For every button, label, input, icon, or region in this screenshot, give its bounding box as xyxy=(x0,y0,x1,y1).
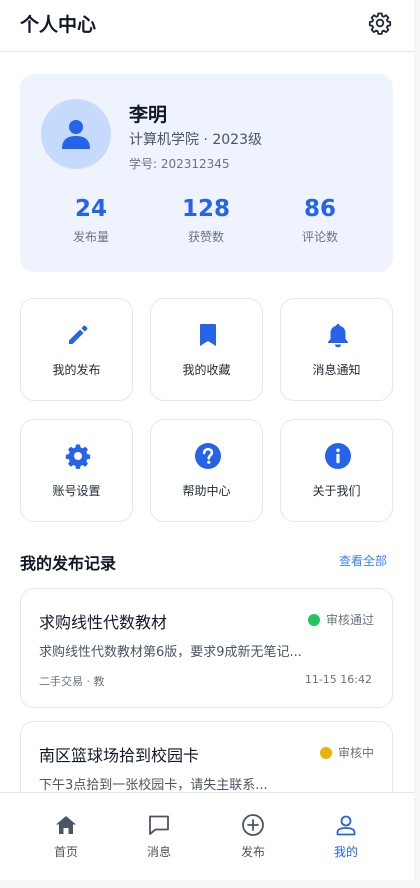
stat-value: 86 xyxy=(303,196,336,222)
stat-likes[interactable]: 128 获赞数 xyxy=(151,194,261,245)
status-text: 审核中 xyxy=(337,746,374,760)
profile-name: 李明 xyxy=(129,104,168,126)
tab-label: 首页 xyxy=(53,845,78,859)
bell-icon xyxy=(328,324,348,348)
tab-label: 发布 xyxy=(240,845,265,859)
app-screen: 个人中心 李明 计算机学院 · 2023级 学号: 202312345 24 发… xyxy=(0,0,414,880)
menu-label: 账号设置 xyxy=(52,484,101,498)
record-title: 南区篮球场拾到校园卡 xyxy=(39,746,200,765)
status-badge: 审核通过 xyxy=(307,611,374,628)
menu-label: 消息通知 xyxy=(312,363,361,377)
tab-publish[interactable]: 发布 xyxy=(213,813,293,860)
stat-label: 获赞数 xyxy=(187,230,224,244)
cog-icon xyxy=(65,444,91,469)
bookmark-icon xyxy=(200,324,216,346)
user-avatar-icon xyxy=(62,120,90,149)
status-text: 审核通过 xyxy=(325,613,374,627)
record-tags: 二手交易 · 教 xyxy=(39,675,105,688)
stat-label: 评论数 xyxy=(301,230,338,244)
menu-label: 我的发布 xyxy=(52,363,101,377)
menu-label: 关于我们 xyxy=(312,484,361,498)
menu-about-us[interactable]: 关于我们 xyxy=(280,419,393,522)
status-dot xyxy=(319,746,332,759)
stat-value: 24 xyxy=(74,196,107,222)
record-title: 求购线性代数教材 xyxy=(39,613,168,632)
plus-circle-icon xyxy=(242,814,264,836)
menu-label: 我的收藏 xyxy=(182,363,231,377)
tab-label: 消息 xyxy=(146,845,171,859)
chat-icon xyxy=(149,815,169,835)
info-icon xyxy=(325,443,351,469)
stat-value: 128 xyxy=(181,196,230,222)
pencil-icon xyxy=(69,325,88,344)
profile-card: 李明 计算机学院 · 2023级 学号: 202312345 24 发布量 12… xyxy=(20,74,393,272)
tab-label: 我的 xyxy=(333,845,358,859)
top-bar: 个人中心 xyxy=(0,0,414,52)
menu-my-favorites[interactable]: 我的收藏 xyxy=(150,298,263,401)
record-time: 11-15 16:42 xyxy=(304,673,372,686)
menu-label: 帮助中心 xyxy=(182,484,231,498)
user-icon xyxy=(336,815,356,836)
status-badge: 审核中 xyxy=(319,744,374,761)
menu-help-center[interactable]: 帮助中心 xyxy=(150,419,263,522)
question-icon xyxy=(195,443,221,469)
status-dot xyxy=(307,613,320,626)
stat-label: 发布量 xyxy=(72,230,109,244)
stat-comments[interactable]: 86 评论数 xyxy=(265,194,375,245)
tab-me[interactable]: 我的 xyxy=(306,813,386,860)
avatar[interactable] xyxy=(41,99,111,169)
tab-messages[interactable]: 消息 xyxy=(119,813,199,860)
profile-department: 计算机学院 · 2023级 xyxy=(129,132,262,148)
record-description: 下午3点拾到一张校园卡，请失主联系... xyxy=(39,778,268,793)
home-icon xyxy=(56,816,76,834)
bottom-tab-bar: 首页 消息 发布 我的 xyxy=(0,792,414,880)
profile-student-id: 学号: 202312345 xyxy=(129,157,230,171)
section-title: 我的发布记录 xyxy=(20,554,117,573)
menu-my-posts[interactable]: 我的发布 xyxy=(20,298,133,401)
stat-posts[interactable]: 24 发布量 xyxy=(36,194,146,245)
record-description: 求购线性代数教材第6版，要求9成新无笔记... xyxy=(39,645,302,660)
tab-home[interactable]: 首页 xyxy=(26,813,106,860)
page-title: 个人中心 xyxy=(20,14,97,36)
settings-gear-icon[interactable] xyxy=(368,11,392,35)
record-card[interactable]: 求购线性代数教材 审核通过 求购线性代数教材第6版，要求9成新无笔记... 二手… xyxy=(20,588,393,708)
menu-account-settings[interactable]: 账号设置 xyxy=(20,419,133,522)
menu-notifications[interactable]: 消息通知 xyxy=(280,298,393,401)
view-all-link[interactable]: 查看全部 xyxy=(339,552,387,569)
